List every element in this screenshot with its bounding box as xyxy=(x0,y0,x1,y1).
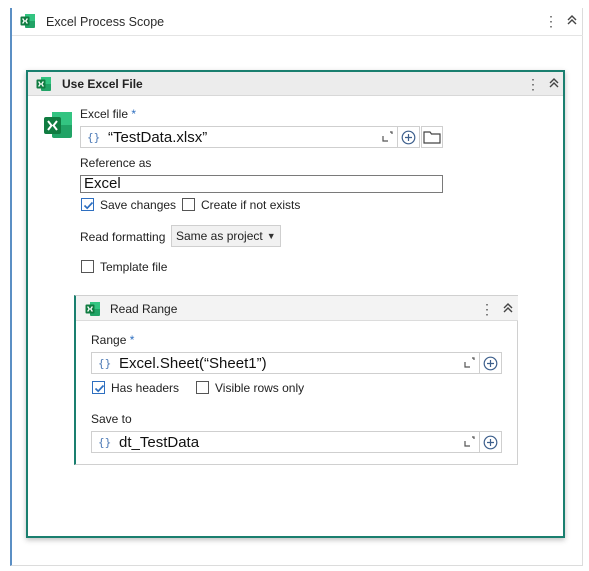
read-range-title: Read Range xyxy=(110,302,178,316)
expand-editor-icon[interactable] xyxy=(463,436,475,448)
expression-icon: {} xyxy=(87,131,101,144)
scope-divider xyxy=(12,35,583,36)
excel-icon xyxy=(20,13,36,29)
reference-as-label: Reference as xyxy=(80,156,152,170)
has-headers-label: Has headers xyxy=(111,381,180,395)
excel-icon xyxy=(85,301,101,317)
scope-menu-icon[interactable]: ⋮ xyxy=(544,12,558,30)
read-formatting-dropdown[interactable]: Same as project ▼ xyxy=(171,225,281,247)
excel-file-value[interactable]: “TestData.xlsx” xyxy=(108,129,207,146)
range-label: Range * xyxy=(91,333,135,347)
excel-file-label: Excel file * xyxy=(80,107,137,121)
read-formatting-value: Same as project xyxy=(176,229,263,243)
use-excel-file-header[interactable]: Use Excel File ⋮ xyxy=(28,72,563,96)
save-to-value[interactable]: dt_TestData xyxy=(119,434,199,451)
field-separator xyxy=(479,353,480,373)
template-file-checkbox[interactable] xyxy=(81,260,94,273)
range-field[interactable]: {} Excel.Sheet(“Sheet1”) xyxy=(91,352,502,374)
expand-editor-icon[interactable] xyxy=(381,131,393,143)
check-icon xyxy=(83,201,94,210)
chevron-down-icon: ▼ xyxy=(266,231,276,241)
excel-file-field[interactable]: {} “TestData.xlsx” xyxy=(80,126,420,148)
check-icon xyxy=(94,384,105,393)
field-separator xyxy=(397,127,398,147)
visible-rows-only-checkbox[interactable] xyxy=(196,381,209,394)
range-value[interactable]: Excel.Sheet(“Sheet1”) xyxy=(119,355,267,372)
template-file-label: Template file xyxy=(100,260,168,274)
expression-icon: {} xyxy=(98,357,112,370)
save-to-field[interactable]: {} dt_TestData xyxy=(91,431,502,453)
has-headers-checkbox[interactable] xyxy=(92,381,105,394)
reference-as-input[interactable]: Excel xyxy=(80,175,443,193)
read-range-menu-icon[interactable]: ⋮ xyxy=(480,300,494,318)
plus-icon[interactable] xyxy=(483,356,498,371)
create-if-not-exists-label: Create if not exists xyxy=(201,198,301,212)
use-excel-file-collapse-icon[interactable] xyxy=(547,76,561,94)
use-excel-file-menu-icon[interactable]: ⋮ xyxy=(526,75,540,93)
browse-folder-button[interactable] xyxy=(421,126,443,148)
visible-rows-only-label: Visible rows only xyxy=(215,381,305,395)
scope-header[interactable]: Excel Process Scope ⋮ xyxy=(12,8,583,35)
save-changes-checkbox[interactable] xyxy=(81,198,94,211)
excel-large-icon xyxy=(43,110,73,143)
folder-icon xyxy=(423,131,441,144)
read-range-header[interactable]: Read Range ⋮ xyxy=(76,296,518,321)
plus-icon[interactable] xyxy=(483,435,498,450)
field-separator xyxy=(479,432,480,452)
save-changes-label: Save changes xyxy=(100,198,177,212)
expand-editor-icon[interactable] xyxy=(463,357,475,369)
create-if-not-exists-checkbox[interactable] xyxy=(182,198,195,211)
use-excel-file-title: Use Excel File xyxy=(62,77,143,91)
read-formatting-label: Read formatting xyxy=(80,230,166,244)
read-range-collapse-icon[interactable] xyxy=(501,301,515,319)
read-range-activity[interactable]: Read Range ⋮ Range * {} Excel.Sheet(“She… xyxy=(74,295,518,465)
scope-title: Excel Process Scope xyxy=(46,15,165,29)
scope-collapse-icon[interactable] xyxy=(565,13,579,31)
expression-icon: {} xyxy=(98,436,112,449)
excel-icon xyxy=(36,76,52,92)
plus-icon[interactable] xyxy=(401,130,416,145)
save-to-label: Save to xyxy=(91,412,132,426)
